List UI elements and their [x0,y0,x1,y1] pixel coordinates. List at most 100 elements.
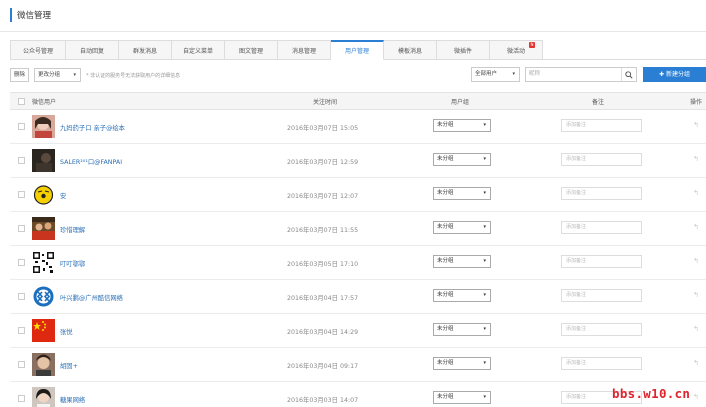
user-group-select[interactable]: 未分组 ▾ [433,357,491,370]
row-checkbox[interactable] [18,259,25,266]
user-name-link[interactable]: 叮叮鄂鄂 [60,259,85,268]
select-value: 未分组 [437,122,454,128]
remark-input[interactable]: 添加备注 [561,323,642,336]
reply-icon[interactable]: ↰ [693,121,699,129]
avatar [32,115,55,138]
search-button[interactable] [621,68,636,81]
user-name-link[interactable]: 安 [60,191,66,200]
remark-input[interactable]: 添加备注 [561,153,642,166]
reply-icon[interactable]: ↰ [693,257,699,265]
select-value: 未分组 [437,224,454,230]
row-checkbox[interactable] [18,225,25,232]
search-input[interactable]: 昵称 [525,67,637,82]
tab-label: 自定义菜单 [182,47,213,55]
user-group-select[interactable]: 未分组 ▾ [433,255,491,268]
table-row: 胡固+ 2016年03月04日 09:17 未分组 ▾ 添加备注 ↰ [10,348,706,382]
avatar [32,251,55,274]
user-name-link[interactable]: SALER²⁰¹口@FANPAI [60,157,122,166]
user-group-select[interactable]: 未分组 ▾ [433,221,491,234]
tab-messages[interactable]: 消息管理 [278,40,331,60]
table-row: 叶兴鹏@广州酷信网络 2016年03月04日 17:57 未分组 ▾ 添加备注 ↰ [10,280,706,314]
new-group-button[interactable]: ✚ 新建分组 [643,67,706,82]
table-row: 糖果网络 2016年03月03日 14:07 未分组 ▾ 添加备注 ↰ [10,382,706,407]
delete-button[interactable]: 删除 [10,68,30,82]
tab-auto-reply[interactable]: 自动回复 [66,40,119,60]
avatar [32,319,55,342]
tab-label: 群发消息 [132,47,157,55]
user-group-select[interactable]: 未分组 ▾ [433,289,491,302]
caret-down-icon: ▾ [73,72,76,78]
select-value: 未分组 [437,258,454,264]
select-value: 未分组 [437,326,454,332]
tab-account[interactable]: 公众号管理 [10,40,66,60]
remark-input[interactable]: 添加备注 [561,221,642,234]
table-row: 叮叮鄂鄂 2016年03月05日 17:10 未分组 ▾ 添加备注 ↰ [10,246,706,280]
move-group-select[interactable]: 更改分组 ▾ [34,68,81,82]
reply-icon[interactable]: ↰ [693,189,699,197]
select-value: 更改分组 [38,72,61,78]
row-checkbox[interactable] [18,361,25,368]
user-group-select[interactable]: 未分组 ▾ [433,119,491,132]
user-group-select[interactable]: 未分组 ▾ [433,153,491,166]
tab-mass-message[interactable]: 群发消息 [119,40,172,60]
reply-icon[interactable]: ↰ [693,223,699,231]
user-group-select[interactable]: 未分组 ▾ [433,187,491,200]
remark-input[interactable]: 添加备注 [561,119,642,132]
row-checkbox[interactable] [18,395,25,402]
user-name-link[interactable]: 叶兴鹏@广州酷信网络 [60,293,123,302]
row-checkbox[interactable] [18,157,25,164]
caret-down-icon: ▾ [483,156,486,162]
caret-down-icon: ▾ [512,71,515,77]
caret-down-icon: ▾ [483,360,486,366]
follow-time: 2016年03月07日 12:59 [287,159,359,166]
follow-time: 2016年03月05日 17:10 [287,261,359,268]
title-bar: 微信管理 [0,0,706,32]
remark-input[interactable]: 添加备注 [561,187,642,200]
page-title: 微信管理 [17,11,52,21]
header-user: 微信用户 [32,99,57,106]
header-action: 操作 [690,99,703,106]
user-name-link[interactable]: 胡固+ [60,361,78,370]
user-name-link[interactable]: 张悦 [60,327,73,336]
search-placeholder: 昵称 [529,71,541,77]
reply-icon[interactable]: ↰ [693,393,699,401]
tab-articles[interactable]: 图文管理 [225,40,278,60]
tab-label: 自动回复 [79,47,104,55]
tab-template-messages[interactable]: 模板消息 [384,40,437,60]
caret-down-icon: ▾ [483,326,486,332]
follow-time: 2016年03月07日 12:07 [287,193,359,200]
reply-icon[interactable]: ↰ [693,155,699,163]
remark-input[interactable]: 添加备注 [561,255,642,268]
follow-time: 2016年03月07日 11:55 [287,227,359,234]
remark-input[interactable]: 添加备注 [561,357,642,370]
row-checkbox[interactable] [18,327,25,334]
tab-user-management[interactable]: 用户管理 [331,40,384,60]
tab-label: 微插件 [453,47,472,55]
user-name-link[interactable]: 糖果网络 [60,395,85,404]
follow-time: 2016年03月07日 15:05 [287,125,359,132]
row-checkbox[interactable] [18,293,25,300]
tab-plugins[interactable]: 微插件 [437,40,490,60]
select-all-checkbox[interactable] [18,98,25,105]
caret-down-icon: ▾ [483,190,486,196]
table-header: 微信用户 关注时间 用户组 备注 操作 [10,92,706,110]
tab-bar: 公众号管理 自动回复 群发消息 自定义菜单 图文管理 消息管理 用户管理 模板消… [10,40,706,60]
search-icon [625,70,633,79]
tab-activities[interactable]: 微活动 N [490,40,543,60]
row-checkbox[interactable] [18,191,25,198]
tab-custom-menu[interactable]: 自定义菜单 [172,40,225,60]
user-group-select[interactable]: 未分组 ▾ [433,323,491,336]
table-row: 安 2016年03月07日 12:07 未分组 ▾ 添加备注 ↰ [10,178,706,212]
header-time: 关注时间 [313,99,338,106]
reply-icon[interactable]: ↰ [693,359,699,367]
remark-input[interactable]: 添加备注 [561,289,642,302]
reply-icon[interactable]: ↰ [693,325,699,333]
user-group-select[interactable]: 未分组 ▾ [433,391,491,404]
row-checkbox[interactable] [18,123,25,130]
follow-time: 2016年03月03日 14:07 [287,397,359,404]
user-name-link[interactable]: 珍惜理解 [60,225,85,234]
user-name-link[interactable]: 九妈药子口 亲子@绘本 [60,123,125,132]
reply-icon[interactable]: ↰ [693,291,699,299]
group-filter-select[interactable]: 全部用户 ▾ [471,67,520,82]
header-remark: 备注 [592,99,605,106]
